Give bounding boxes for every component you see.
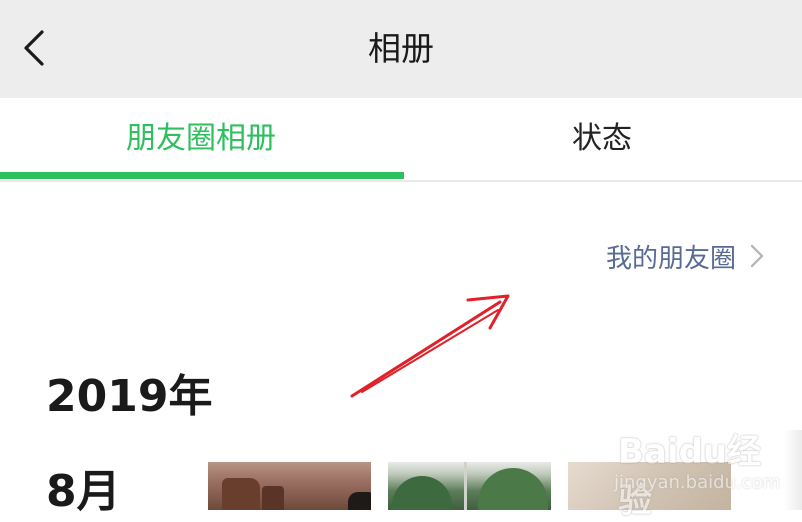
year-heading: 2019年	[46, 371, 213, 422]
photo-thumbnail[interactable]	[208, 462, 371, 510]
chevron-right-icon	[750, 244, 764, 268]
edge-shadow	[784, 430, 802, 510]
photo-detail	[392, 476, 452, 510]
tab-bar: 朋友圈相册 状态	[0, 98, 802, 182]
photo-detail	[478, 468, 548, 510]
photo-detail	[464, 462, 467, 510]
my-moments-label: 我的朋友圈	[605, 243, 736, 274]
photo-detail	[262, 486, 284, 510]
active-tab-indicator	[0, 172, 404, 179]
photo-thumbnail[interactable]	[388, 462, 551, 510]
baidu-watermark: Baidu经验 jingyan.baidu.com	[610, 424, 781, 521]
month-heading: 8月	[46, 466, 121, 517]
photo-detail	[222, 478, 260, 510]
page-title: 相册	[368, 29, 434, 68]
red-annotation-arrow-icon	[350, 294, 510, 398]
app-header: 相册	[0, 0, 802, 98]
watermark-url: jingyan.baidu.com	[614, 472, 781, 493]
my-moments-link[interactable]: 我的朋友圈	[606, 232, 764, 280]
tab-moments-album[interactable]: 朋友圈相册	[0, 98, 402, 180]
photo-detail	[348, 492, 371, 510]
tab-status[interactable]: 状态	[402, 98, 802, 180]
